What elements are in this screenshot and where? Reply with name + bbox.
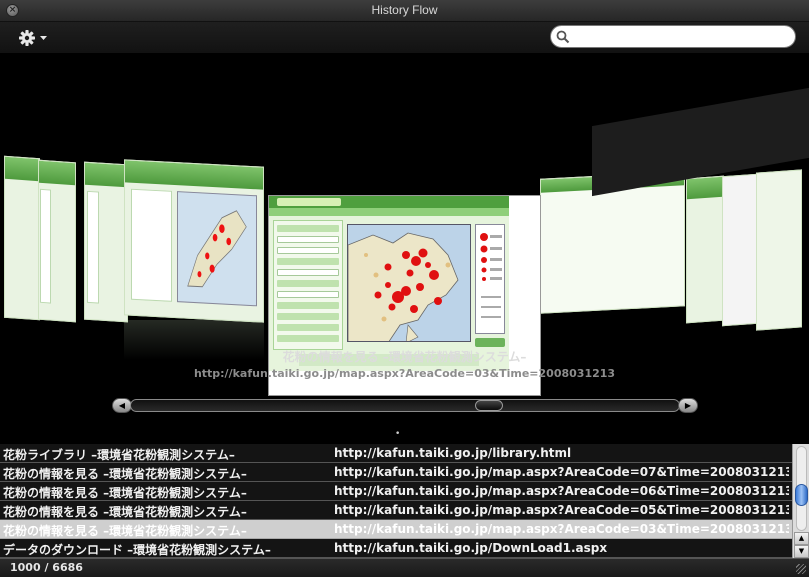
history-row[interactable]: 花粉の情報を見る –環境省花粉観測システム– http://kafun.taiki… (0, 482, 792, 501)
arrow-left-icon: ◀ (118, 401, 126, 410)
history-row[interactable]: 花粉の情報を見る –環境省花粉観測システム– http://kafun.taiki… (0, 501, 792, 520)
history-thumbnail[interactable] (756, 169, 802, 331)
position-indicator: • (395, 429, 401, 439)
history-thumbnail[interactable] (540, 171, 685, 314)
history-thumbnail[interactable] (124, 159, 264, 323)
history-thumbnail[interactable] (84, 161, 128, 323)
title-bar: × History Flow (0, 0, 809, 22)
history-thumbnail[interactable] (38, 159, 76, 323)
selected-page-url: http://kafun.taiki.go.jp/map.aspx?AreaCo… (193, 367, 616, 380)
list-scrollbar[interactable]: ▲ ▼ (792, 444, 809, 559)
history-row-title: データのダウンロード –環境省花粉観測システム– (3, 543, 271, 557)
history-row-title: 花粉の情報を見る –環境省花粉観測システム– (3, 524, 247, 538)
history-row[interactable]: データのダウンロード –環境省花粉観測システム– http://kafun.tai… (0, 539, 792, 558)
search-input[interactable] (573, 28, 789, 45)
history-row-url: http://kafun.taiki.go.jp/map.aspx?AreaCo… (334, 503, 789, 517)
coverflow-scroll-thumb[interactable] (474, 400, 503, 411)
history-row-title: 花粉の情報を見る –環境省花粉観測システム– (3, 467, 247, 481)
search-icon (556, 30, 570, 44)
arrow-down-icon: ▼ (798, 547, 805, 555)
action-menu-button[interactable] (16, 27, 50, 49)
search-box[interactable] (550, 25, 796, 48)
chevron-down-icon (40, 36, 47, 40)
window-title: History Flow (371, 3, 438, 17)
history-list[interactable]: 花粉ライブラリ –環境省花粉観測システム– http://kafun.taiki.… (0, 443, 809, 559)
selected-page-title: 花粉の情報を見る –環境省花粉観測システム– (282, 350, 527, 364)
toolbar (0, 22, 809, 54)
arrow-right-icon: ▶ (684, 401, 692, 410)
arrow-up-icon: ▲ (798, 534, 805, 542)
history-thumbnail[interactable] (686, 175, 724, 324)
history-thumbnail[interactable] (722, 173, 758, 327)
history-row[interactable]: 花粉の情報を見る –環境省花粉観測システム– http://kafun.taiki… (0, 463, 792, 482)
history-row-url: http://kafun.taiki.go.jp/map.aspx?AreaCo… (334, 484, 789, 498)
gear-icon (19, 30, 47, 46)
coverflow-scroll-track[interactable] (130, 399, 680, 412)
history-thumbnail[interactable] (4, 155, 40, 321)
history-row-title: 花粉ライブラリ –環境省花粉観測システム– (3, 448, 235, 462)
selected-thumbnail[interactable] (268, 195, 541, 396)
coverflow-scrollbar[interactable]: ◀ ▶ (112, 397, 698, 414)
history-row-url: http://kafun.taiki.go.jp/map.aspx?AreaCo… (334, 522, 789, 536)
history-row-url: http://kafun.taiki.go.jp/DownLoad1.aspx (334, 541, 608, 555)
scroll-left-button[interactable]: ◀ (112, 398, 132, 413)
resize-grip-icon[interactable] (796, 564, 806, 574)
scroll-right-button[interactable]: ▶ (678, 398, 698, 413)
history-row-url: http://kafun.taiki.go.jp/library.html (334, 446, 572, 460)
list-scroll-thumb[interactable] (795, 484, 808, 506)
history-row[interactable]: 花粉ライブラリ –環境省花粉観測システム– http://kafun.taiki.… (0, 444, 792, 463)
history-row-title: 花粉の情報を見る –環境省花粉観測システム– (3, 486, 247, 500)
history-row-title: 花粉の情報を見る –環境省花粉観測システム– (3, 505, 247, 519)
history-row-url: http://kafun.taiki.go.jp/map.aspx?AreaCo… (334, 465, 789, 479)
history-row[interactable]: 花粉の情報を見る –環境省花粉観測システム– http://kafun.taiki… (0, 520, 792, 539)
scroll-up-button[interactable]: ▲ (794, 532, 809, 545)
history-count: 1000 / 6686 (10, 561, 83, 574)
status-bar: 1000 / 6686 (0, 558, 809, 577)
cover-flow[interactable]: 花粉の情報を見る –環境省花粉観測システム– http://kafun.taik… (0, 55, 809, 443)
scroll-down-button[interactable]: ▼ (794, 545, 809, 558)
